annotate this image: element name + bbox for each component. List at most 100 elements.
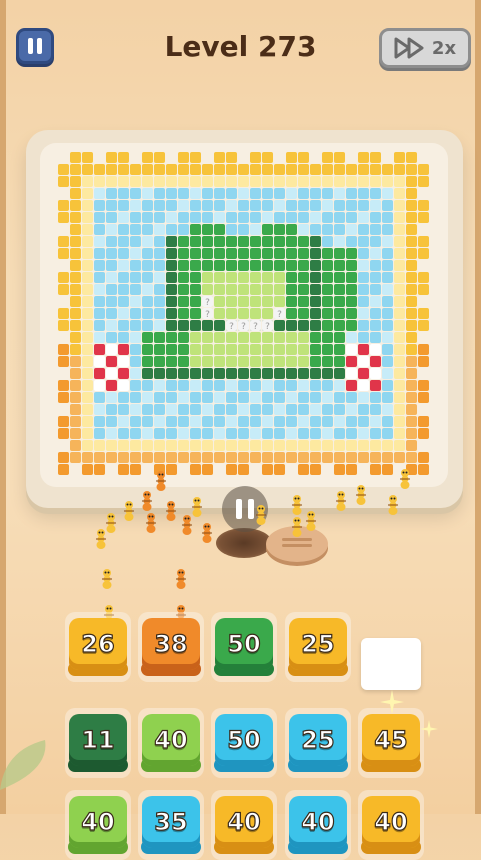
pixel-cell xyxy=(358,260,369,271)
pixel-cell xyxy=(334,344,345,355)
pixel-cell xyxy=(238,188,249,199)
pixel-cell xyxy=(262,368,273,379)
pixel-cell xyxy=(58,284,69,295)
pixel-cell xyxy=(418,248,429,259)
pixel-cell xyxy=(154,236,165,247)
speed-toggle-button[interactable]: 2x xyxy=(379,28,471,68)
pixel-cell xyxy=(70,440,81,451)
ant-icon xyxy=(292,517,302,537)
pixel-cell xyxy=(178,344,189,355)
color-tile-cyan[interactable]: 35 xyxy=(142,796,200,848)
pixel-cell xyxy=(334,284,345,295)
pixel-cell xyxy=(82,404,93,415)
color-tile-lime[interactable]: 40 xyxy=(142,714,200,766)
pixel-cell xyxy=(406,176,417,187)
pixel-cell xyxy=(250,356,261,367)
pixel-cell xyxy=(202,320,213,331)
pixel-cell xyxy=(106,248,117,259)
pixel-cell xyxy=(310,200,321,211)
pixel-cell xyxy=(406,332,417,343)
pixel-cell xyxy=(154,428,165,439)
pixel-cell xyxy=(70,308,81,319)
pixel-cell xyxy=(298,416,309,427)
pixel-cell xyxy=(418,428,429,439)
pixel-cell xyxy=(370,308,381,319)
color-tile-cyan[interactable]: 25 xyxy=(289,714,347,766)
pixel-cell xyxy=(106,272,117,283)
pixel-cell xyxy=(250,404,261,415)
pixel-cell xyxy=(322,356,333,367)
pixel-cell xyxy=(310,440,321,451)
pixel-cell xyxy=(154,212,165,223)
pixel-cell xyxy=(322,332,333,343)
pixel-cell xyxy=(166,428,177,439)
pixel-cell xyxy=(274,200,285,211)
pixel-cell xyxy=(346,380,357,391)
pixel-cell xyxy=(82,452,93,463)
pixel-cell xyxy=(406,320,417,331)
pixel-cell xyxy=(370,200,381,211)
pixel-cell xyxy=(382,392,393,403)
color-tile-yellow[interactable]: 25 xyxy=(289,618,347,670)
pixel-cell xyxy=(202,176,213,187)
pixel-cell xyxy=(226,200,237,211)
color-tile-dark-green[interactable]: 11 xyxy=(69,714,127,766)
pixel-cell xyxy=(178,248,189,259)
pixel-cell xyxy=(142,284,153,295)
pixel-cell xyxy=(202,272,213,283)
pixel-cell xyxy=(154,380,165,391)
pixel-cell xyxy=(118,416,129,427)
pixel-cell xyxy=(370,332,381,343)
pixel-cell xyxy=(82,380,93,391)
pixel-cell xyxy=(202,356,213,367)
pixel-cell xyxy=(214,392,225,403)
color-tile-cyan[interactable]: 50 xyxy=(215,714,273,766)
pixel-cell xyxy=(118,236,129,247)
pixel-cell xyxy=(346,212,357,223)
color-tile-green[interactable]: 50 xyxy=(215,618,273,670)
color-tile-yellow[interactable]: 26 xyxy=(69,618,127,670)
pixel-cell xyxy=(118,452,129,463)
color-tile-lime[interactable]: 40 xyxy=(69,796,127,848)
pixel-cell xyxy=(394,152,405,163)
pixel-cell xyxy=(238,272,249,283)
ant-icon xyxy=(356,485,366,505)
pixel-cell xyxy=(298,464,309,475)
pixel-cell xyxy=(178,356,189,367)
pixel-cell xyxy=(370,344,381,355)
pixel-cell xyxy=(346,416,357,427)
pixel-cell xyxy=(394,296,405,307)
pixel-cell xyxy=(394,260,405,271)
color-tile-yellow[interactable]: 40 xyxy=(362,796,420,848)
pixel-cell xyxy=(142,236,153,247)
pixel-cell xyxy=(82,224,93,235)
color-tile-yellow[interactable]: 40 xyxy=(215,796,273,848)
pixel-cell xyxy=(238,380,249,391)
color-tile-cyan[interactable]: 40 xyxy=(289,796,347,848)
pixel-cell xyxy=(154,164,165,175)
pixel-cell xyxy=(214,200,225,211)
pixel-cell xyxy=(394,452,405,463)
pixel-cell xyxy=(94,356,105,367)
pixel-cell xyxy=(310,224,321,235)
pixel-cell xyxy=(406,248,417,259)
color-tile-orange[interactable]: 38 xyxy=(142,618,200,670)
pixel-cell xyxy=(346,464,357,475)
pixel-cell xyxy=(394,392,405,403)
pixel-cell xyxy=(142,248,153,259)
color-tile-yellow[interactable]: 45 xyxy=(362,714,420,766)
pixel-cell xyxy=(202,248,213,259)
pixel-cell xyxy=(334,188,345,199)
pixel-cell xyxy=(154,404,165,415)
pixel-cell xyxy=(286,332,297,343)
pixel-cell xyxy=(166,308,177,319)
pixel-cell xyxy=(394,308,405,319)
pixel-cell xyxy=(262,272,273,283)
pixel-cell xyxy=(334,212,345,223)
pixel-cell xyxy=(406,152,417,163)
pixel-cell xyxy=(130,164,141,175)
empty-tray-slot[interactable] xyxy=(361,638,421,690)
pixel-cell xyxy=(370,404,381,415)
pixel-cell xyxy=(58,416,69,427)
pixel-cell xyxy=(154,416,165,427)
